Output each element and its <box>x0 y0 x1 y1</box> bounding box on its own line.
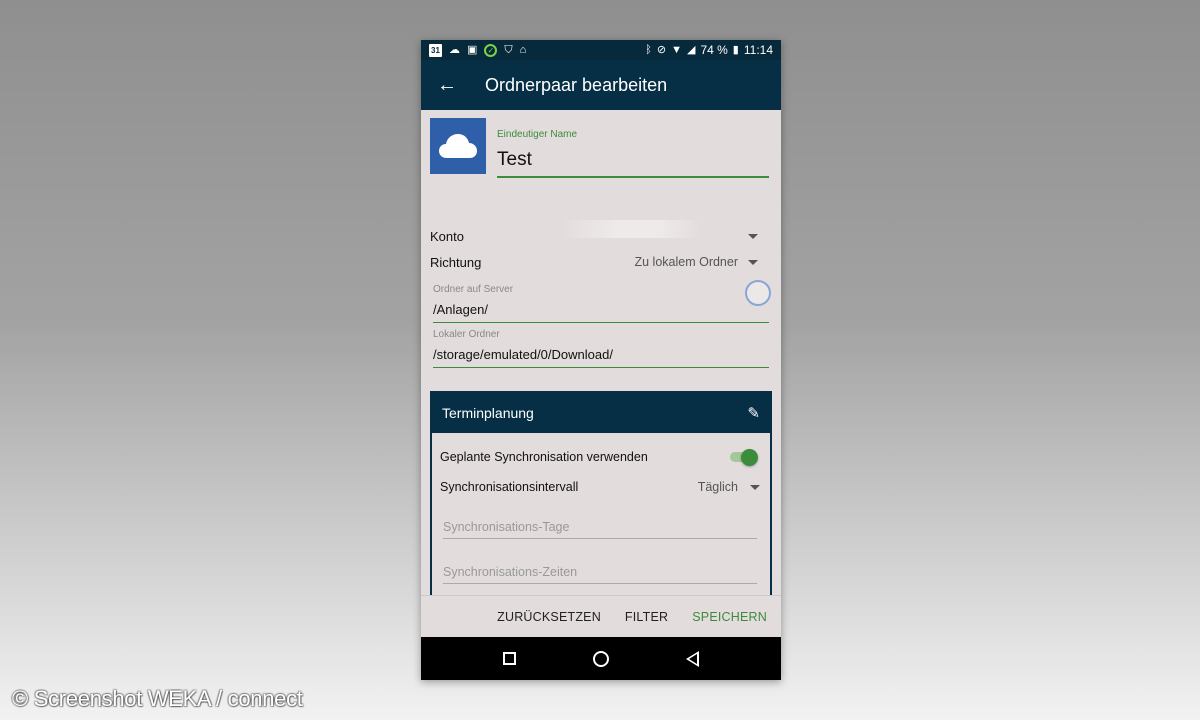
back-triangle-icon[interactable] <box>685 650 699 667</box>
reset-button[interactable]: ZURÜCKSETZEN <box>497 610 601 624</box>
cloud-icon: ☁ <box>449 44 460 56</box>
battery-percent: 74 % <box>700 43 728 57</box>
onedrive-tile <box>430 118 486 174</box>
home-icon[interactable] <box>592 650 609 667</box>
local-folder-input[interactable]: /storage/emulated/0/Download/ <box>433 347 769 368</box>
bluetooth-icon: ᛒ <box>645 44 652 56</box>
account-dropdown[interactable]: Konto <box>430 225 758 247</box>
battery-icon: ▮ <box>732 44 739 56</box>
direction-dropdown[interactable]: Richtung Zu lokalem Ordner <box>430 251 758 273</box>
direction-label: Richtung <box>430 254 482 270</box>
interval-dropdown[interactable]: Synchronisationsintervall Täglich <box>440 480 760 494</box>
server-folder-input[interactable]: /Anlagen/ <box>433 302 769 323</box>
shield-icon: ⛉ <box>504 44 513 56</box>
dropdown-arrow-icon <box>748 259 758 265</box>
server-folder-label: Ordner auf Server <box>433 284 514 295</box>
status-bar: 31 ☁ ▣ ✓ ⛉ ⌂ ᛒ ⊘ ▼ ◢ 74 % ▮ 11:14 <box>421 40 781 60</box>
edit-form: Eindeutiger Name Test Konto Richtung Zu … <box>421 110 781 625</box>
android-nav-bar <box>421 637 781 680</box>
page-title: Ordnerpaar bearbeiten <box>485 74 668 95</box>
account-label: Konto <box>430 228 464 244</box>
server-folder-field[interactable]: Ordner auf Server /Anlagen/ <box>433 284 769 323</box>
cloud-icon <box>439 134 477 158</box>
sync-times-input[interactable]: Synchronisations-Zeiten <box>443 565 757 584</box>
schedule-card-title: Terminplanung <box>442 405 534 421</box>
status-right-icons: ᛒ ⊘ ▼ ◢ 74 % ▮ 11:14 <box>645 43 773 57</box>
recents-icon[interactable] <box>503 652 517 665</box>
local-folder-label: Lokaler Ordner <box>433 329 500 340</box>
sync-days-input[interactable]: Synchronisations-Tage <box>443 520 757 539</box>
action-bar: ZURÜCKSETZEN FILTER SPEICHERN <box>421 595 781 637</box>
calendar-icon: 31 <box>429 43 442 57</box>
name-input[interactable]: Test <box>497 148 769 178</box>
direction-value: Zu lokalem Ordner <box>634 255 738 269</box>
bank-icon: ⌂ <box>519 44 527 56</box>
clock: 11:14 <box>743 43 773 57</box>
signal-icon: ◢ <box>686 44 696 56</box>
use-sync-toggle[interactable] <box>728 449 758 466</box>
dropdown-arrow-icon <box>750 484 760 490</box>
mute-icon: ⊘ <box>656 44 667 56</box>
schedule-card-header: Terminplanung ✎ <box>432 393 770 433</box>
pencil-icon[interactable]: ✎ <box>747 404 760 422</box>
check-icon: ✓ <box>484 43 498 57</box>
use-sync-label: Geplante Synchronisation verwenden <box>440 450 648 464</box>
arrow-left-icon[interactable]: ← <box>423 74 471 97</box>
use-sync-row[interactable]: Geplante Synchronisation verwenden <box>440 449 760 466</box>
name-label: Eindeutiger Name <box>497 129 578 140</box>
save-button[interactable]: SPEICHERN <box>692 610 767 624</box>
status-left-icons: 31 ☁ ▣ ✓ ⛉ ⌂ <box>429 43 526 57</box>
watermark: © Screenshot WEKA / connect <box>12 686 303 711</box>
interval-label: Synchronisationsintervall <box>440 480 579 494</box>
app-bar: ← Ordnerpaar bearbeiten <box>421 60 781 110</box>
interval-value: Täglich <box>697 480 738 494</box>
image-icon: ▣ <box>467 44 478 56</box>
magnifier-overlay <box>745 280 771 306</box>
schedule-card: Terminplanung ✎ Geplante Synchronisation… <box>430 391 772 600</box>
local-folder-field[interactable]: Lokaler Ordner /storage/emulated/0/Downl… <box>433 329 769 368</box>
phone-screen: 31 ☁ ▣ ✓ ⛉ ⌂ ᛒ ⊘ ▼ ◢ 74 % ▮ 11:14 ← Ordn… <box>421 40 781 680</box>
filter-button[interactable]: FILTER <box>625 610 668 624</box>
wifi-icon: ▼ <box>671 44 682 56</box>
dropdown-arrow-icon <box>748 233 758 239</box>
